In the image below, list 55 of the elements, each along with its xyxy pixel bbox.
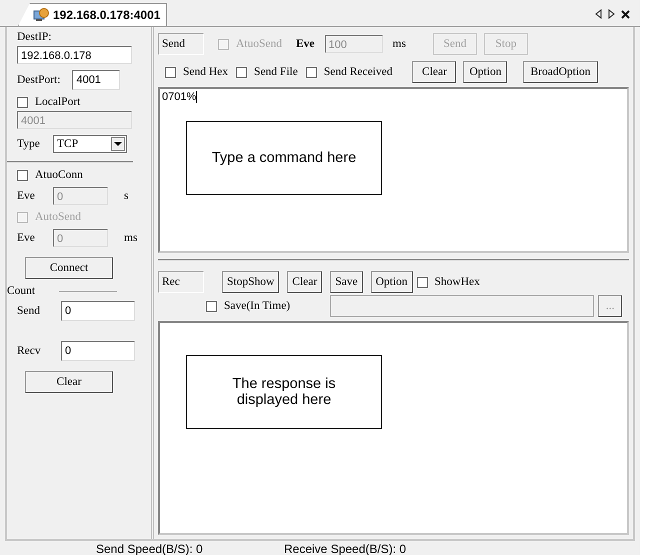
dest-port-label: DestPort: xyxy=(17,74,60,86)
send-label: Send xyxy=(158,33,204,55)
broad-option-button[interactable]: BroadOption xyxy=(523,61,598,83)
send-option-checkbox[interactable] xyxy=(236,66,248,78)
send-option-label: Send Hex xyxy=(183,66,228,78)
receive-text-area[interactable]: The response is displayed here xyxy=(158,321,629,535)
show-hex-checkbox[interactable] xyxy=(416,276,428,288)
receive-action-button[interactable]: Option xyxy=(370,271,413,293)
auto-connect-checkbox[interactable] xyxy=(17,170,28,180)
send-option-checkbox[interactable] xyxy=(165,66,176,78)
interval-label: Eve xyxy=(17,232,36,244)
receive-label: Rec xyxy=(158,271,204,293)
dest-port-field[interactable]: 4001 xyxy=(72,70,120,90)
callout-box: The response is displayed here xyxy=(186,355,382,429)
callout-box: Type a command here xyxy=(186,121,382,195)
receive-action-button[interactable]: Clear xyxy=(287,271,322,293)
interval-label: Eve xyxy=(17,190,36,202)
type-label: Type xyxy=(17,138,41,150)
unit-label: ms xyxy=(124,232,138,244)
scroll-right-icon[interactable] xyxy=(608,9,615,19)
connect-button[interactable]: Connect xyxy=(25,257,113,279)
send-option-label: Send File xyxy=(254,66,298,78)
scroll-left-icon[interactable] xyxy=(595,9,602,19)
type-dropdown[interactable]: TCP xyxy=(53,135,127,153)
local-port-checkbox[interactable] xyxy=(17,96,28,108)
local-port-label: LocalPort xyxy=(35,96,80,108)
auto-send-label: AutoSend xyxy=(35,211,81,223)
interval-label: Eve xyxy=(296,38,315,50)
clear-count-button[interactable]: Clear xyxy=(25,371,113,393)
receive-count-label: Recv xyxy=(17,345,42,357)
send-option-checkbox[interactable] xyxy=(306,66,317,78)
send-count-label: Send xyxy=(17,305,41,317)
send-option-label: Send Received xyxy=(324,66,392,78)
unit-label: s xyxy=(124,190,128,202)
close-icon[interactable] xyxy=(621,10,630,18)
auto-send-label: AtuoSend xyxy=(236,38,282,50)
show-hex-label: ShowHex xyxy=(434,276,480,288)
connection-tab[interactable]: 192.168.0.178:4001 xyxy=(18,3,168,26)
send-count-field: 0 xyxy=(61,301,135,321)
unit-label: ms xyxy=(392,38,406,50)
count-label: Count xyxy=(7,285,36,297)
save-in-time-label: Save(In Time) xyxy=(224,300,290,312)
receive-action-button[interactable]: StopShow xyxy=(222,271,280,293)
globe-computer-icon xyxy=(33,7,49,23)
send-action-button[interactable]: Clear xyxy=(412,61,456,83)
send-action-button[interactable]: Option xyxy=(463,61,508,83)
receive-count-field: 0 xyxy=(61,341,135,361)
send-text-area[interactable]: 0701% Type a command here xyxy=(158,87,629,253)
dest-ip-field[interactable]: 192.168.0.178 xyxy=(17,46,132,64)
receive-action-button[interactable]: Save xyxy=(330,271,363,293)
dest-ip-label: DestIP: xyxy=(17,31,52,43)
file-path-field[interactable] xyxy=(330,295,594,317)
save-in-time-checkbox[interactable] xyxy=(206,300,217,312)
command-text: 0701% xyxy=(162,91,198,103)
auto-connect-label: AtuoConn xyxy=(35,169,83,181)
